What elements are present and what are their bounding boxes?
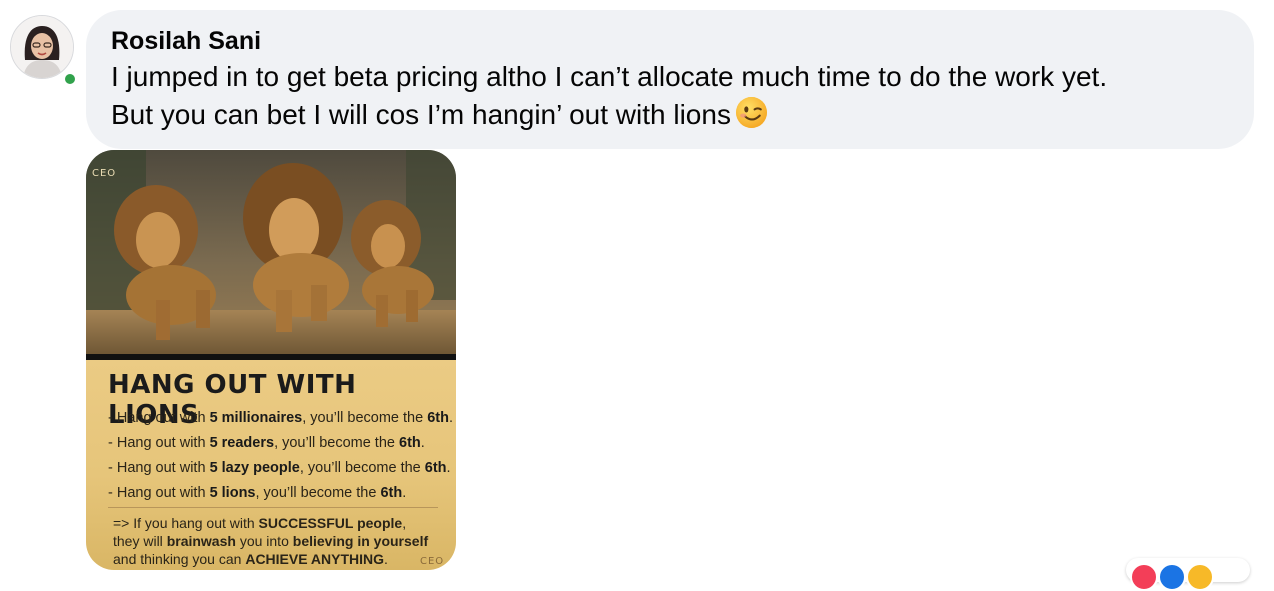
comment-author-name[interactable]: Rosilah Sani — [111, 26, 261, 56]
avatar-container[interactable] — [10, 15, 78, 87]
haha-icon — [1186, 563, 1214, 591]
ceo-logo-bottom: CEO — [420, 556, 445, 567]
poster-rule — [108, 507, 438, 508]
comment-body: I jumped in to get beta pricing altho I … — [111, 61, 1108, 130]
poster-line: - Hang out with 5 lazy people, you’ll be… — [108, 460, 451, 476]
comment-bubble: Rosilah Sani I jumped in to get beta pri… — [86, 10, 1254, 149]
online-status-indicator — [62, 71, 78, 87]
poster-line: - Hang out with 5 lions, you’ll become t… — [108, 485, 407, 501]
comment-image-attachment[interactable]: CEO HANG OUT WITH LIONS - Hang out with … — [86, 150, 456, 570]
reactions-summary[interactable] — [1126, 558, 1250, 591]
like-icon — [1158, 563, 1186, 591]
lions-photo: CEO — [86, 150, 456, 356]
winking-face-emoji-icon — [735, 97, 767, 128]
poster-closing: => If you hang out with SUCCESSFUL peopl… — [113, 515, 429, 567]
poster-text-panel: HANG OUT WITH LIONS - Hang out with 5 mi… — [86, 360, 456, 570]
comment-text: I jumped in to get beta pricing altho I … — [111, 58, 1230, 134]
poster-line: - Hang out with 5 millionaires, you’ll b… — [108, 410, 453, 426]
ceo-logo-top: CEO — [92, 168, 117, 179]
avatar[interactable] — [10, 15, 74, 79]
poster-line: - Hang out with 5 readers, you’ll become… — [108, 435, 425, 451]
love-icon — [1130, 563, 1158, 591]
